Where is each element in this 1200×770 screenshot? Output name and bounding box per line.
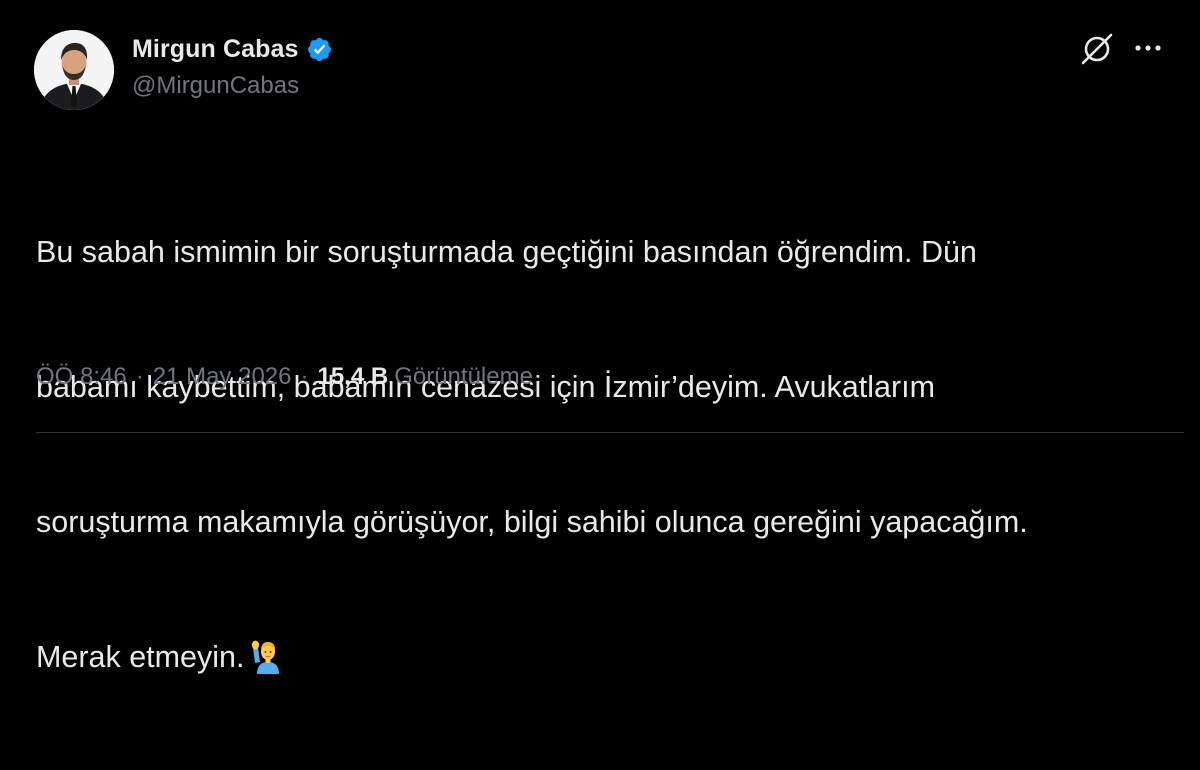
views-label[interactable]: Görüntüleme [394, 363, 533, 391]
tweet-meta: ÖÖ 8:46 · 21 May 2026 · 15,4 B Görüntüle… [36, 363, 533, 391]
meta-separator: · [300, 363, 309, 390]
avatar[interactable] [34, 30, 114, 110]
tweet-text-line: soruşturma makamıyla görüşüyor, bilgi sa… [36, 505, 1028, 539]
handle[interactable]: @MirgunCabas [132, 72, 333, 100]
meta-separator: · [135, 363, 144, 390]
tweet-text-line-last: Merak etmeyin. [36, 635, 1186, 680]
tweet-card: Mirgun Cabas @MirgunCabas Bu sabah ismim… [0, 0, 1200, 674]
grok-icon[interactable] [1078, 30, 1116, 68]
more-options-icon[interactable] [1130, 36, 1166, 60]
tweet-text-line: Bu sabah ismimin bir soruşturmada geçtiğ… [36, 235, 977, 269]
person-raising-hand-emoji-icon [250, 638, 286, 674]
verified-badge-icon[interactable] [306, 36, 333, 63]
display-name[interactable]: Mirgun Cabas [132, 35, 299, 64]
tweet-text-line: Merak etmeyin. [36, 640, 245, 674]
tweet-date[interactable]: 21 May 2026 [153, 363, 292, 391]
tweet-text: Bu sabah ismimin bir soruşturmada geçtiğ… [36, 140, 1186, 770]
author-block: Mirgun Cabas @MirgunCabas [132, 32, 333, 100]
views-count[interactable]: 15,4 B [317, 363, 388, 391]
name-row: Mirgun Cabas [132, 32, 333, 66]
avatar-photo [34, 30, 114, 110]
divider [36, 432, 1184, 433]
tweet-time[interactable]: ÖÖ 8:46 [36, 363, 127, 391]
